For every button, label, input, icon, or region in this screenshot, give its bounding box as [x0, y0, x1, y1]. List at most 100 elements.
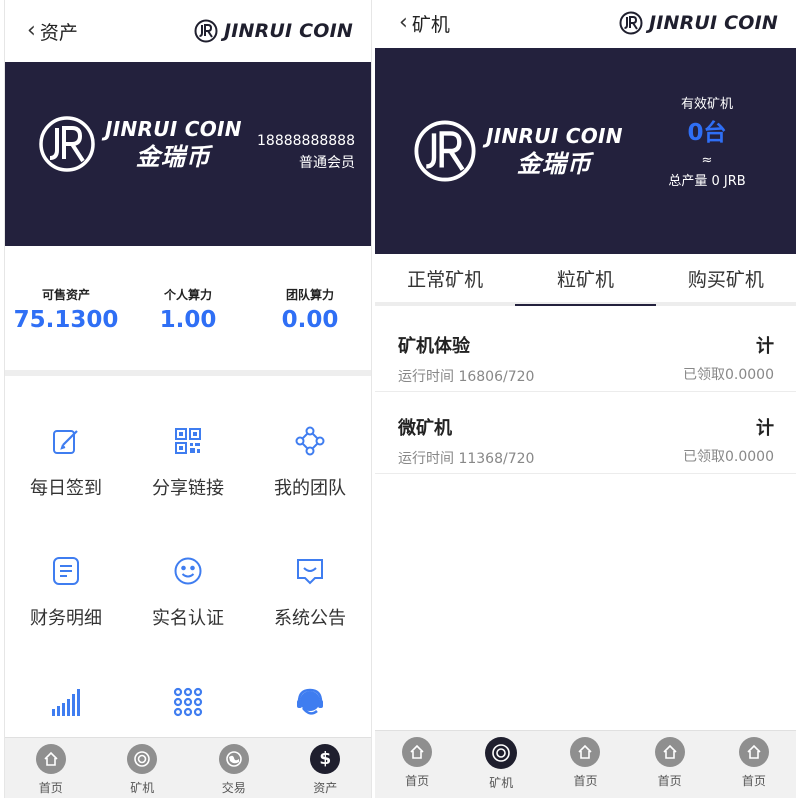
tab-normal-miner[interactable]: 正常矿机 — [375, 254, 515, 302]
account-info: 18888888888 普通会员 — [257, 130, 355, 175]
tab-grain-miner[interactable]: 粒矿机 — [515, 254, 656, 306]
stat-value: 0.00 — [281, 307, 339, 333]
miner-claimed: 已领取0.0000 — [683, 449, 774, 465]
miner-name: 微矿机 — [398, 418, 452, 439]
smiley-icon — [171, 554, 205, 588]
total-output: 总产量 0 JRB — [668, 174, 746, 189]
nav-home-2[interactable]: 首页 — [545, 731, 625, 789]
bar-chart-icon — [49, 685, 83, 719]
list-item[interactable]: 微矿机 运行时间 11368/720 计 已领取0.0000 — [375, 392, 796, 474]
brand-name: JINRUI COIN — [223, 20, 353, 42]
tab-buy-miner[interactable]: 购买矿机 — [656, 254, 796, 302]
menu-label: 分享链接 — [152, 478, 224, 499]
dollar-icon: $ — [310, 744, 341, 774]
nav-label: 首页 — [38, 781, 63, 795]
jr-big-logo-icon — [414, 120, 476, 182]
nav-home[interactable]: 首页 — [11, 738, 91, 796]
menu-item-chart[interactable] — [5, 645, 127, 737]
chevron-left-icon: ‹ — [27, 18, 36, 43]
stat-label: 个人算力 — [163, 288, 212, 302]
stat-personal-hashrate: 个人算力 1.00 — [127, 246, 249, 370]
logo-english: JINRUI COIN — [486, 124, 623, 148]
miner-tabs: 正常矿机 粒矿机 购买矿机 — [375, 254, 796, 306]
stat-team-hashrate: 团队算力 0.00 — [249, 246, 371, 370]
back-button[interactable]: ‹ 资产 — [27, 18, 78, 45]
menu-financial-details[interactable]: 财务明细 — [5, 508, 127, 645]
menu-share-link[interactable]: 分享链接 — [127, 376, 249, 508]
menu-label: 系统公告 — [274, 608, 346, 629]
nav-label: 矿机 — [130, 781, 155, 795]
chevron-left-icon: ‹ — [399, 10, 408, 35]
menu-daily-checkin[interactable]: 每日签到 — [5, 376, 127, 508]
asset-stats: 可售资产 75.1300 个人算力 1.00 团队算力 0.00 — [5, 246, 371, 370]
home-icon — [570, 737, 601, 767]
nav-miner[interactable]: 矿机 — [102, 738, 182, 796]
dots-grid-icon — [171, 685, 205, 719]
phone-number: 18888888888 — [257, 133, 355, 149]
approx-symbol: ≈ — [701, 153, 713, 168]
bottom-nav: 首页 矿机 首页 首页 首页 — [375, 730, 796, 798]
nav-home-3[interactable]: 首页 — [630, 731, 710, 789]
stat-label: 团队算力 — [285, 288, 334, 302]
brand-name: JINRUI COIN — [648, 12, 778, 34]
trade-icon — [218, 744, 249, 774]
big-brand-logo: JINRUI COIN 金瑞币 — [37, 114, 242, 174]
menu-my-team[interactable]: 我的团队 — [249, 376, 371, 508]
jr-logo-icon — [194, 19, 218, 43]
nav-miner[interactable]: 矿机 — [461, 731, 541, 791]
miner-unit: 计 — [756, 336, 774, 357]
brand-logo: JINRUI COIN — [194, 19, 353, 43]
back-button[interactable]: ‹ 矿机 — [399, 10, 450, 37]
valid-miner-summary: 有效矿机 0台 ≈ 总产量 0 JRB — [652, 98, 762, 188]
miner-icon — [127, 744, 158, 774]
member-level: 普通会员 — [299, 155, 355, 172]
nav-label: 交易 — [221, 781, 246, 795]
jr-big-logo-icon — [39, 116, 95, 172]
stat-label: 可售资产 — [41, 288, 90, 302]
miner-screen: ‹ 矿机 JINRUI COIN JINRUI COIN 金瑞币 有效矿机 0台… — [375, 0, 796, 798]
headset-icon — [293, 685, 327, 719]
nav-label: 矿机 — [489, 776, 514, 790]
logo-chinese: 金瑞币 — [516, 150, 592, 178]
menu-system-announcement[interactable]: 系统公告 — [249, 508, 371, 645]
message-icon — [293, 554, 327, 588]
valid-miner-count: 0台 — [687, 120, 727, 146]
logo-chinese: 金瑞币 — [135, 143, 211, 171]
nav-home-4[interactable]: 首页 — [714, 731, 794, 789]
assets-screen: ‹ 资产 JINRUI COIN JINRUI COIN 金瑞币 1888888… — [4, 0, 372, 798]
edit-icon — [49, 424, 83, 458]
menu-item-more[interactable] — [127, 645, 249, 737]
nav-label: 资产 — [313, 781, 338, 795]
back-label: 资产 — [39, 21, 78, 44]
valid-miner-label: 有效矿机 — [680, 97, 733, 112]
home-icon — [35, 744, 66, 774]
nav-label: 首页 — [741, 774, 766, 788]
nav-trade[interactable]: 交易 — [194, 738, 274, 796]
miner-icon — [485, 737, 518, 769]
nav-home[interactable]: 首页 — [377, 731, 457, 789]
nav-label: 首页 — [405, 774, 430, 788]
miner-header: ‹ 矿机 JINRUI COIN — [375, 0, 796, 46]
menu-label: 财务明细 — [30, 608, 102, 629]
menu-label: 实名认证 — [152, 608, 224, 629]
back-label: 矿机 — [411, 13, 450, 36]
bottom-nav: 首页 矿机 交易 $ 资产 — [5, 737, 371, 798]
assets-banner: JINRUI COIN 金瑞币 18888888888 普通会员 — [5, 62, 371, 246]
document-icon — [49, 554, 83, 588]
miner-unit: 计 — [756, 418, 774, 439]
qrcode-icon — [171, 424, 205, 458]
nav-label: 首页 — [573, 774, 598, 788]
home-icon — [654, 737, 685, 767]
menu-item-support[interactable] — [249, 645, 371, 737]
miner-name: 矿机体验 — [398, 336, 470, 357]
menu-real-name-auth[interactable]: 实名认证 — [127, 508, 249, 645]
team-icon — [293, 424, 327, 458]
miner-list: 矿机体验 运行时间 16806/720 计 已领取0.0000 微矿机 运行时间… — [375, 310, 796, 474]
home-icon — [402, 737, 433, 767]
jr-logo-icon — [619, 11, 643, 35]
feature-menu: 每日签到 分享链接 我的团队 财务明细 实名认证 系统公告 — [5, 376, 371, 737]
brand-logo: JINRUI COIN — [619, 11, 778, 35]
list-item[interactable]: 矿机体验 运行时间 16806/720 计 已领取0.0000 — [375, 310, 796, 392]
menu-label: 每日签到 — [30, 478, 102, 499]
nav-assets[interactable]: $ 资产 — [285, 738, 365, 796]
